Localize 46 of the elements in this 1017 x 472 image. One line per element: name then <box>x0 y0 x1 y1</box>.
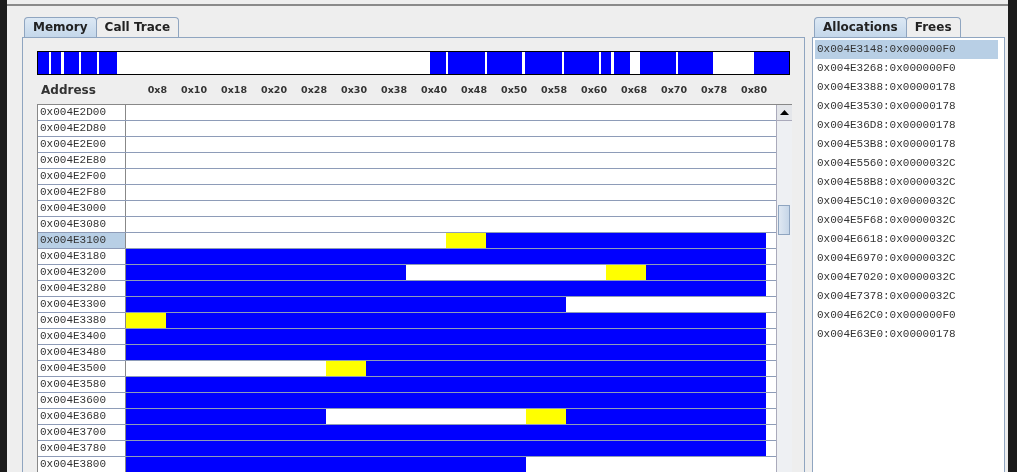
allocation-item[interactable]: 0x004E7378:0x0000032C <box>815 287 998 306</box>
column-header: 0x40 <box>420 84 447 95</box>
tab[interactable]: Allocations <box>814 17 907 37</box>
allocation-item[interactable]: 0x004E5560:0x0000032C <box>815 154 998 173</box>
allocation-item[interactable]: 0x004E3388:0x00000178 <box>815 78 998 97</box>
allocation-item[interactable]: 0x004E36D8:0x00000178 <box>815 116 998 135</box>
column-header: 0x30 <box>340 84 367 95</box>
header-block <box>606 265 646 280</box>
column-header: 0x58 <box>540 84 567 95</box>
allocation-item[interactable]: 0x004E5C10:0x0000032C <box>815 192 998 211</box>
tab[interactable]: Frees <box>905 17 961 37</box>
header-block <box>526 409 566 424</box>
column-header: 0x28 <box>300 84 327 95</box>
allocation-item[interactable]: 0x004E6970:0x0000032C <box>815 249 998 268</box>
allocation-item[interactable]: 0x004E7020:0x0000032C <box>815 268 998 287</box>
allocation-item[interactable]: 0x004E63E0:0x00000178 <box>815 325 998 344</box>
scroll-up-icon[interactable] <box>777 105 792 121</box>
tab[interactable]: Memory <box>24 17 97 37</box>
header-block <box>446 233 486 248</box>
scroll-thumb[interactable] <box>778 205 790 235</box>
column-header: 0x38 <box>380 84 407 95</box>
tab[interactable]: Call Trace <box>95 17 180 37</box>
allocation-item[interactable]: 0x004E6618:0x0000032C <box>815 230 998 249</box>
scrollbar[interactable] <box>776 105 792 472</box>
column-header: 0x8 <box>146 84 167 95</box>
column-header: 0x50 <box>500 84 527 95</box>
allocation-item[interactable]: 0x004E53B8:0x00000178 <box>815 135 998 154</box>
allocation-item[interactable]: 0x004E3268:0x000000F0 <box>815 59 998 78</box>
allocation-item[interactable]: 0x004E62C0:0x000000F0 <box>815 306 998 325</box>
column-header: Address <box>40 82 97 97</box>
header-block <box>326 361 366 376</box>
column-header: 0x78 <box>700 84 727 95</box>
column-header: 0x68 <box>620 84 647 95</box>
column-header: 0x10 <box>180 84 207 95</box>
allocation-item[interactable]: 0x004E3148:0x000000F0 <box>815 40 998 59</box>
column-header: 0x20 <box>260 84 287 95</box>
column-header: 0x18 <box>220 84 247 95</box>
address-cell[interactable]: 0x004E3100 <box>38 233 126 248</box>
header-block <box>126 313 166 328</box>
column-header: 0x70 <box>660 84 687 95</box>
column-header: 0x60 <box>580 84 607 95</box>
allocation-item[interactable]: 0x004E5F68:0x0000032C <box>815 211 998 230</box>
allocation-item[interactable]: 0x004E3530:0x00000178 <box>815 97 998 116</box>
allocation-item[interactable]: 0x004E58B8:0x0000032C <box>815 173 998 192</box>
column-header: 0x80 <box>740 84 767 95</box>
column-header: 0x48 <box>460 84 487 95</box>
